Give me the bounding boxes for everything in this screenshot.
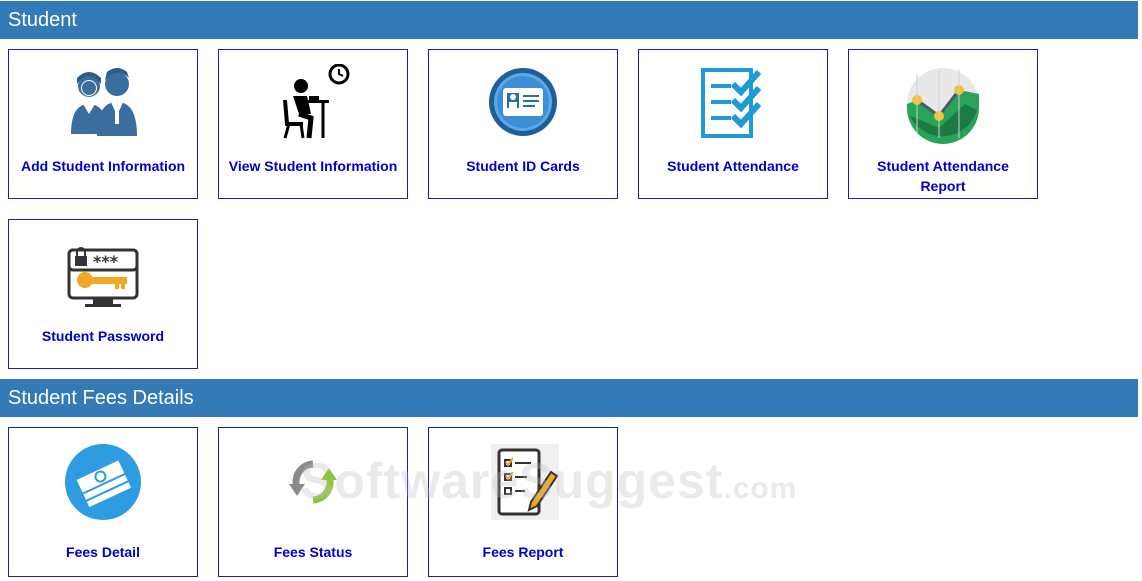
- line-chart-icon: [903, 64, 983, 144]
- svg-text:***: ***: [93, 252, 119, 271]
- watermark-suffix: .com: [723, 472, 798, 505]
- tile-add-student-information[interactable]: Add Student Information: [8, 49, 198, 199]
- section-header-student: Student: [0, 1, 1138, 39]
- tile-fees-detail[interactable]: Fees Detail: [8, 427, 198, 577]
- tile-student-attendance-report[interactable]: Student Attendance Report: [848, 49, 1038, 199]
- tile-label: Fees Detail: [66, 544, 140, 560]
- tile-label: Student Password: [41, 328, 165, 344]
- tile-label: Fees Report: [482, 544, 564, 560]
- person-reading-clock-icon: [273, 64, 353, 144]
- tile-label: View Student Information: [228, 158, 398, 174]
- section-header-fees: Student Fees Details: [0, 379, 1138, 417]
- checklist-icon: [693, 64, 773, 144]
- tile-label: Student Attendance Report: [877, 158, 1009, 194]
- section-title: Student Fees Details: [8, 387, 194, 409]
- tile-fees-status[interactable]: Fees Status: [218, 427, 408, 577]
- report-pencil-icon: [483, 442, 563, 522]
- tile-fees-report[interactable]: Fees Report: [428, 427, 618, 577]
- tile-student-password[interactable]: *** Student Password: [8, 219, 198, 369]
- tile-label: Student Attendance: [667, 158, 799, 174]
- section-title: Student: [8, 9, 77, 31]
- password-key-icon: ***: [63, 234, 143, 314]
- tile-label: Add Student Information: [20, 158, 186, 174]
- tile-student-id-cards[interactable]: Student ID Cards: [428, 49, 618, 199]
- students-icon: [63, 64, 143, 144]
- tile-student-attendance[interactable]: Student Attendance: [638, 49, 828, 199]
- tile-label: Fees Status: [273, 544, 353, 560]
- money-stack-icon: [63, 442, 143, 522]
- tile-view-student-information[interactable]: View Student Information: [218, 49, 408, 199]
- id-card-icon: [483, 64, 563, 144]
- tile-label: Student ID Cards: [466, 158, 580, 174]
- refresh-arrows-icon: [273, 442, 353, 522]
